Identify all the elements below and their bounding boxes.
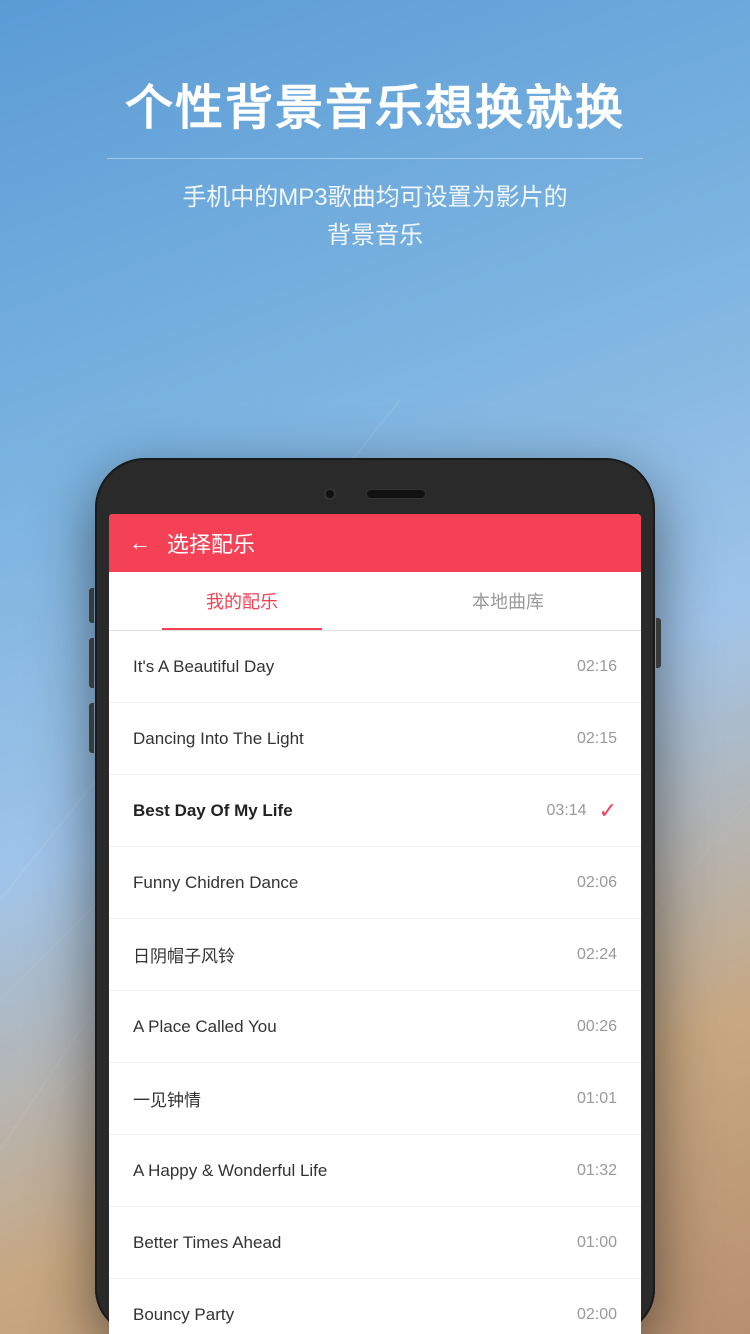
- song-item[interactable]: Dancing Into The Light 02:15: [109, 703, 641, 775]
- phone-frame: ← 选择配乐 我的配乐 本地曲库 It's A Beautiful Day 02…: [95, 458, 655, 1334]
- phone-top-bar: [109, 478, 641, 514]
- song-list: It's A Beautiful Day 02:16 Dancing Into …: [109, 631, 641, 1334]
- volume-up-button: [89, 638, 94, 688]
- song-item[interactable]: A Place Called You 00:26: [109, 991, 641, 1063]
- app-header: ← 选择配乐: [109, 514, 641, 572]
- top-text-section: 个性背景音乐想换就换 手机中的MP3歌曲均可设置为影片的背景音乐: [0, 0, 750, 295]
- checkmark-icon: ✓: [599, 798, 617, 824]
- song-item[interactable]: It's A Beautiful Day 02:16: [109, 631, 641, 703]
- song-item[interactable]: A Happy & Wonderful Life 01:32: [109, 1135, 641, 1207]
- tab-local-library[interactable]: 本地曲库: [375, 572, 641, 630]
- page-subtitle: 手机中的MP3歌曲均可设置为影片的背景音乐: [40, 179, 710, 256]
- power-button: [656, 618, 661, 668]
- silent-button: [89, 588, 94, 623]
- title-divider: [107, 158, 643, 159]
- page-main-title: 个性背景音乐想换就换: [40, 80, 710, 138]
- phone-mockup: ← 选择配乐 我的配乐 本地曲库 It's A Beautiful Day 02…: [95, 458, 655, 1334]
- front-camera: [324, 488, 336, 500]
- volume-down-button: [89, 703, 94, 753]
- song-item[interactable]: Funny Chidren Dance 02:06: [109, 847, 641, 919]
- song-item[interactable]: Better Times Ahead 01:00: [109, 1207, 641, 1279]
- song-item[interactable]: 一见钟情 01:01: [109, 1063, 641, 1135]
- earpiece-speaker: [366, 489, 426, 499]
- song-item[interactable]: Bouncy Party 02:00: [109, 1279, 641, 1334]
- back-button[interactable]: ←: [129, 532, 151, 554]
- tab-my-music[interactable]: 我的配乐: [109, 572, 375, 630]
- phone-screen: ← 选择配乐 我的配乐 本地曲库 It's A Beautiful Day 02…: [109, 514, 641, 1334]
- tabs-bar: 我的配乐 本地曲库: [109, 572, 641, 631]
- screen-title: 选择配乐: [167, 527, 255, 559]
- song-item-selected[interactable]: Best Day Of My Life 03:14 ✓: [109, 775, 641, 847]
- song-item[interactable]: 日阴帽子风铃 02:24: [109, 919, 641, 991]
